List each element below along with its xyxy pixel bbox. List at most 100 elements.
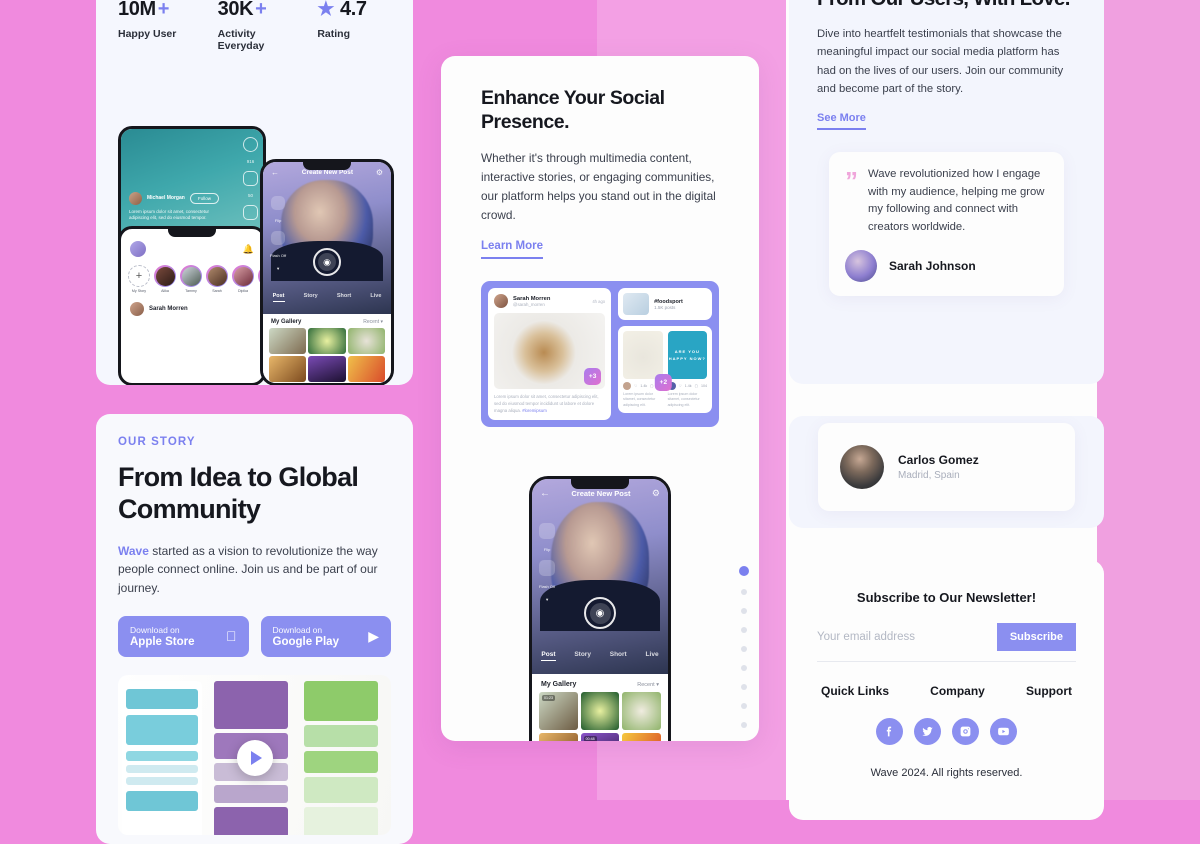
footer-link-company[interactable]: Company xyxy=(930,684,985,698)
apple-store-button[interactable]: Download on Apple Store  xyxy=(118,615,249,657)
phone-mockup-create-post: ← Create New Post ⚙ Flip Flash Off ▼ ◉ P… xyxy=(260,159,394,385)
gallery-header: My Gallery Recent ▾ xyxy=(263,314,391,328)
post-author: Sarah Morren xyxy=(149,306,188,312)
chevron-down-icon[interactable]: ▼ xyxy=(545,597,549,602)
mode-post[interactable]: Post xyxy=(272,293,285,302)
scroll-dot[interactable] xyxy=(741,665,747,671)
gallery-thumb[interactable] xyxy=(269,328,307,354)
camera-modes: Post Story Short Live xyxy=(263,293,391,302)
scroll-indicator[interactable] xyxy=(739,566,749,741)
preview-mini-card[interactable]: ARE YOU HAPPY NOW? ♡ 1.4k ▢ 104 Lorem ip… xyxy=(667,331,707,408)
mode-short[interactable]: Short xyxy=(337,293,351,302)
email-input[interactable] xyxy=(817,631,997,643)
back-arrow-icon[interactable]: ← xyxy=(540,488,550,499)
scroll-dot[interactable] xyxy=(741,703,747,709)
see-more-link[interactable]: See More xyxy=(817,112,866,131)
scroll-dot[interactable] xyxy=(741,589,747,595)
preview-mini-card[interactable]: ♡ 1.4k ▢ 104 Lorem ipsum dolor sitamet, … xyxy=(623,331,663,408)
mode-story[interactable]: Story xyxy=(574,651,591,661)
play-button[interactable] xyxy=(236,739,273,776)
story-item[interactable]: Sarah xyxy=(206,265,228,293)
avatar xyxy=(155,266,175,286)
gallery-thumb[interactable] xyxy=(308,328,346,354)
flip-label: Flip xyxy=(543,547,551,552)
preview-hashtag-card[interactable]: #foodsport 1.5K posts xyxy=(618,288,712,321)
scroll-dot[interactable] xyxy=(741,722,747,728)
gallery-thumb[interactable] xyxy=(347,328,385,354)
stat-number: 10M xyxy=(118,0,156,20)
stat-number: 30K xyxy=(217,0,254,20)
youtube-icon[interactable] xyxy=(990,718,1017,745)
hero-phone-collage: 916 50 Share More Michael Morgan Follow … xyxy=(96,126,413,385)
google-play-button[interactable]: Download on Google Play ▶ xyxy=(260,615,391,657)
gallery-sort-dropdown[interactable]: Recent ▾ xyxy=(637,682,659,688)
avatar xyxy=(181,266,201,286)
shutter-button[interactable]: ◉ xyxy=(584,597,616,629)
scroll-dot[interactable] xyxy=(741,684,747,690)
subscribe-button[interactable]: Subscribe xyxy=(996,623,1076,651)
follow-button[interactable]: Follow xyxy=(189,192,219,204)
gallery-thumb[interactable] xyxy=(622,733,661,741)
preview-post-image: +3 xyxy=(494,313,606,390)
gear-icon[interactable]: ⚙ xyxy=(652,488,660,499)
story-item-add[interactable]: + My Story xyxy=(128,265,150,293)
sketch-panel xyxy=(122,680,202,835)
gallery-thumb[interactable]: 00:48 xyxy=(580,733,620,741)
feed-username: Michael Morgan xyxy=(147,195,185,201)
scroll-dot[interactable] xyxy=(741,646,747,652)
chevron-down-icon[interactable]: ▼ xyxy=(276,266,280,271)
stat-label: Happy User xyxy=(118,28,177,40)
instagram-icon[interactable] xyxy=(952,718,979,745)
scroll-dot[interactable] xyxy=(741,627,747,633)
preview-post-handle: @sarah_morren xyxy=(513,301,545,307)
gallery-thumb[interactable] xyxy=(269,356,307,382)
story-ring xyxy=(232,265,254,287)
newsletter-title: Subscribe to Our Newsletter! xyxy=(856,590,1037,605)
gallery-thumb[interactable]: 01:23 xyxy=(539,692,578,730)
bell-icon[interactable]: 🔔 xyxy=(243,244,254,255)
story-video-thumbnail[interactable] xyxy=(118,674,391,835)
gallery-thumb[interactable] xyxy=(308,356,346,382)
scroll-dot-active[interactable] xyxy=(739,566,749,576)
gallery-thumb[interactable] xyxy=(580,692,620,730)
preview-side-column: #foodsport 1.5K posts +2 ♡ 1.4k ▢ 104 Lo… xyxy=(618,288,712,420)
gallery-thumb[interactable] xyxy=(539,733,578,741)
flip-camera-icon[interactable] xyxy=(539,523,556,539)
flash-off-icon[interactable] xyxy=(271,231,286,245)
footer-link-support[interactable]: Support xyxy=(1026,684,1072,698)
background-band-right-pink xyxy=(1097,0,1200,800)
twitter-icon[interactable] xyxy=(914,718,941,745)
quote-icon: ” xyxy=(845,166,858,197)
preview-post-tag[interactable]: #loremipsum xyxy=(522,408,547,413)
stat-plus: + xyxy=(157,0,170,20)
mode-live[interactable]: Live xyxy=(370,293,381,302)
back-arrow-icon[interactable]: ← xyxy=(271,168,279,177)
footer-link-quick-links[interactable]: Quick Links xyxy=(821,684,889,698)
story-item[interactable]: Dipika xyxy=(232,265,254,293)
feed-preview: Sarah Morren @sarah_morren 4h ago +3 Lor… xyxy=(481,281,719,428)
learn-more-link[interactable]: Learn More xyxy=(481,240,543,260)
mode-short[interactable]: Short xyxy=(610,651,627,661)
story-ring xyxy=(180,265,202,287)
flash-off-icon[interactable] xyxy=(539,560,556,576)
facebook-icon[interactable] xyxy=(876,718,903,745)
testimonial-name: Carlos Gomez xyxy=(898,453,979,467)
flip-camera-icon[interactable] xyxy=(271,196,286,210)
mode-story[interactable]: Story xyxy=(304,293,318,302)
gear-icon[interactable]: ⚙ xyxy=(376,168,383,177)
scroll-dot[interactable] xyxy=(741,608,747,614)
story-item[interactable]: Alika xyxy=(154,265,176,293)
story-item[interactable]: Tammy xyxy=(180,265,202,293)
phone-notch xyxy=(168,229,216,237)
stat-label: Rating xyxy=(317,28,351,40)
testimonial-name: Sarah Johnson xyxy=(889,259,976,274)
gallery-thumb[interactable] xyxy=(347,356,385,382)
mode-post[interactable]: Post xyxy=(541,651,556,661)
shutter-button[interactable]: ◉ xyxy=(313,248,341,276)
gallery-sort-dropdown[interactable]: Recent ▾ xyxy=(363,319,383,325)
gallery-thumb[interactable] xyxy=(622,692,661,730)
avatar xyxy=(840,445,884,489)
mode-live[interactable]: Live xyxy=(646,651,659,661)
mini-caption: Lorem ipsum dolor sitamet, consectetur a… xyxy=(667,392,700,407)
avatar[interactable] xyxy=(130,241,146,257)
